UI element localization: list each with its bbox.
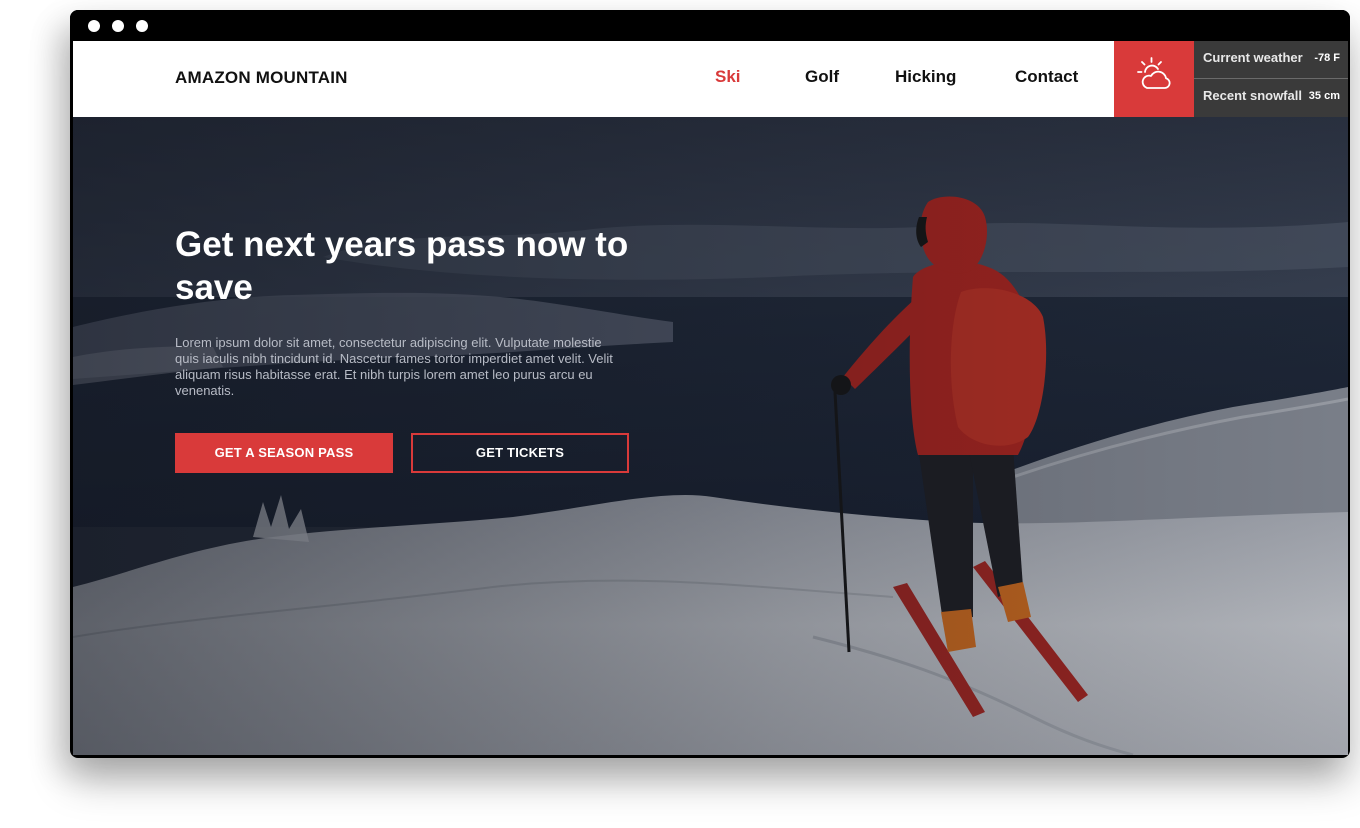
recent-snowfall-row: Recent snowfall 35 cm	[1194, 79, 1348, 116]
window-minimize-dot[interactable]	[112, 20, 124, 32]
weather-info-panel: Current weather -78 F Recent snowfall 35…	[1194, 41, 1348, 117]
current-weather-value: -78 F	[1314, 52, 1340, 64]
nav-item-ski[interactable]: Ski	[715, 67, 741, 87]
nav-item-golf[interactable]: Golf	[805, 67, 839, 87]
weather-icon-box[interactable]	[1114, 41, 1194, 117]
sun-cloud-icon	[1137, 57, 1171, 89]
current-weather-label: Current weather	[1203, 50, 1303, 65]
hero-headline: Get next years pass now to save	[175, 225, 629, 307]
current-weather-row: Current weather -78 F	[1194, 41, 1348, 79]
page-viewport: AMAZON MOUNTAIN Ski Golf Hicking Contact	[73, 41, 1348, 755]
hero-body-text: Lorem ipsum dolor sit amet, consectetur …	[175, 335, 613, 398]
window-maximize-dot[interactable]	[136, 20, 148, 32]
recent-snowfall-label: Recent snowfall	[1203, 88, 1302, 103]
browser-window: AMAZON MOUNTAIN Ski Golf Hicking Contact	[70, 10, 1350, 758]
window-titlebar	[70, 10, 1350, 41]
hero-section: Get next years pass now to save Lorem ip…	[73, 117, 1348, 755]
nav-item-hicking[interactable]: Hicking	[895, 67, 956, 87]
brand-logo-text[interactable]: AMAZON MOUNTAIN	[175, 68, 348, 88]
get-tickets-button[interactable]: GET TICKETS	[411, 433, 629, 473]
top-navbar: AMAZON MOUNTAIN Ski Golf Hicking Contact	[73, 41, 1348, 117]
recent-snowfall-value: 35 cm	[1308, 90, 1340, 102]
get-season-pass-button[interactable]: GET A SEASON PASS	[175, 433, 393, 473]
window-close-dot[interactable]	[88, 20, 100, 32]
nav-item-contact[interactable]: Contact	[1015, 67, 1078, 87]
